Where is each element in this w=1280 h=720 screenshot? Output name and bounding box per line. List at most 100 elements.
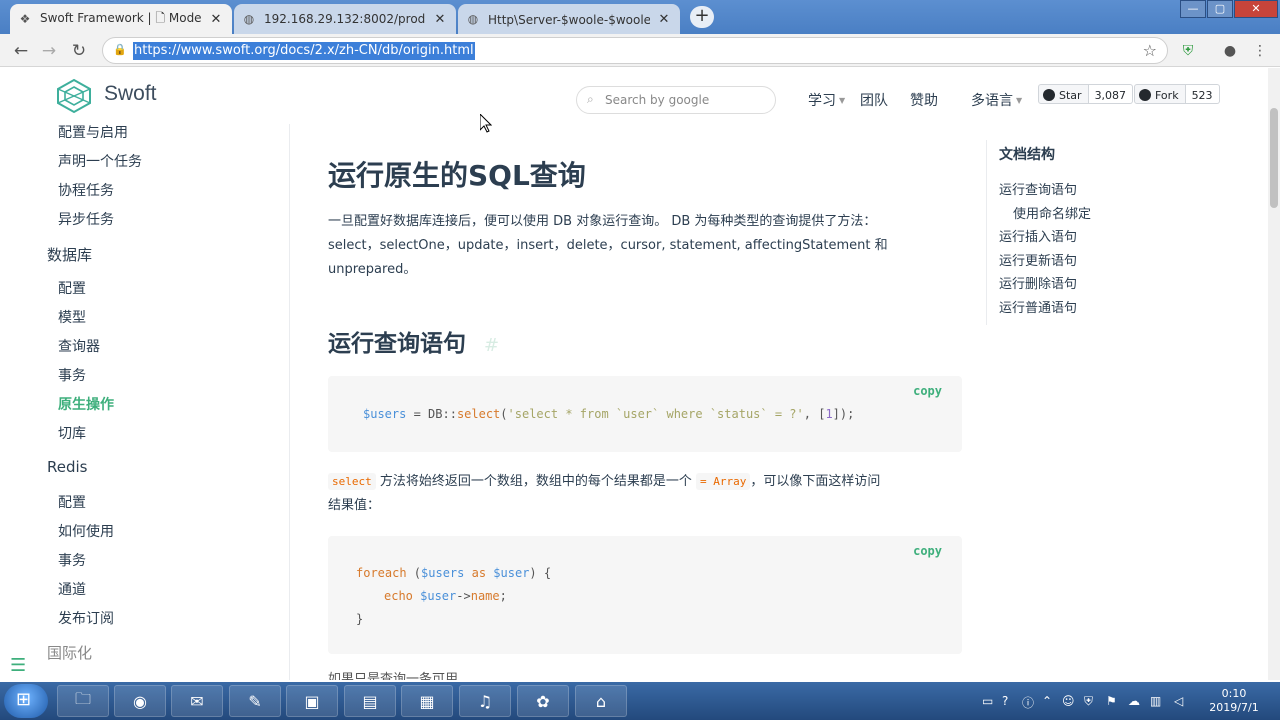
doc-content: 运行原生的SQL查询 一旦配置好数据库连接后，便可以使用 DB 对象运行查询。 … bbox=[328, 124, 968, 680]
network-icon[interactable]: ▥ bbox=[1150, 694, 1161, 708]
sidebar-item[interactable]: 通道 bbox=[58, 579, 86, 599]
wechat-icon[interactable]: ✉ bbox=[171, 685, 223, 717]
typing-app-icon[interactable]: ✎ bbox=[229, 685, 281, 717]
nav-learn[interactable]: 学习 ▼ bbox=[808, 90, 845, 110]
sidebar-item-active[interactable]: 原生操作 bbox=[58, 394, 114, 414]
hamburger-menu-icon[interactable]: ☰ bbox=[10, 655, 26, 676]
flag-icon[interactable]: ⚑ bbox=[1106, 694, 1117, 708]
windows-taskbar: 🗀 ◉ ✉ ✎ ▣ ▤ ▦ ♫ ✿ ⌂ ▭ ? ⓘ ⌃ ☺ ⛨ ⚑ ☁ ▥ ◁ … bbox=[0, 682, 1280, 720]
close-window-button[interactable]: ✕ bbox=[1234, 0, 1278, 18]
toc-item-sub[interactable]: 使用命名绑定 bbox=[1013, 203, 1091, 222]
sidebar-group-database[interactable]: 数据库 bbox=[47, 244, 92, 265]
star-label: Star bbox=[1059, 88, 1082, 102]
nav-label: 多语言 bbox=[971, 93, 1013, 109]
toc-item[interactable]: 运行查询语句 bbox=[999, 179, 1077, 198]
code-block-foreach: copy foreach ($users as $user) { echo $u… bbox=[328, 536, 962, 654]
sidebar-item[interactable]: 配置 bbox=[58, 278, 86, 298]
sidebar-group-redis[interactable]: Redis bbox=[47, 458, 87, 476]
back-arrow-icon[interactable]: ← bbox=[10, 40, 32, 62]
ime-icon[interactable]: ⓘ bbox=[1022, 694, 1034, 711]
leaf-app-icon[interactable]: ✿ bbox=[517, 685, 569, 717]
start-button[interactable] bbox=[4, 684, 48, 718]
chrome-icon[interactable]: ◉ bbox=[114, 685, 166, 717]
code-token: -> bbox=[456, 589, 471, 603]
sidebar-item[interactable]: 事务 bbox=[58, 550, 86, 570]
tab-close-icon[interactable]: ✕ bbox=[432, 12, 448, 27]
paragraph-text: 方法将始终返回一个数组，数组中的每个结果都是一个 bbox=[375, 474, 697, 489]
help-icon[interactable]: ? bbox=[1002, 694, 1008, 708]
section-title: 运行查询语句 # bbox=[328, 324, 499, 358]
sidebar-item[interactable]: 异步任务 bbox=[58, 209, 114, 229]
sidebar-item[interactable]: 切库 bbox=[58, 423, 86, 443]
app-icon[interactable]: ▣ bbox=[286, 685, 338, 717]
address-url[interactable]: https://www.swoft.org/docs/2.x/zh-CN/db/… bbox=[133, 42, 475, 60]
qq-icon[interactable]: ☺ bbox=[1062, 694, 1075, 708]
browser-tab-swoft[interactable]: ❖ Swoft Framework | 🗋 Modern ✕ bbox=[10, 4, 232, 34]
search-icon: ⌕ bbox=[587, 92, 594, 106]
keyboard-icon[interactable]: ▭ bbox=[982, 694, 993, 708]
nav-sponsor[interactable]: 赞助 bbox=[910, 90, 938, 110]
lock-icon: 🔒 bbox=[113, 43, 127, 56]
phpstorm-icon[interactable]: ▤ bbox=[344, 685, 396, 717]
clock-date: 2019/7/1 bbox=[1209, 701, 1259, 714]
github-fork-button[interactable]: Fork bbox=[1134, 84, 1186, 104]
toc-item[interactable]: 运行普通语句 bbox=[999, 297, 1077, 316]
cloud-icon[interactable]: ☁ bbox=[1128, 694, 1140, 708]
network-app-icon[interactable]: ⌂ bbox=[575, 685, 627, 717]
page-scrollbar[interactable] bbox=[1268, 68, 1280, 680]
shield-extension-icon[interactable]: ⛨ bbox=[1178, 41, 1198, 61]
copy-button[interactable]: copy bbox=[913, 384, 942, 398]
reload-icon[interactable]: ↻ bbox=[68, 40, 90, 62]
search-input[interactable]: ⌕ Search by google bbox=[576, 86, 776, 114]
toc-item[interactable]: 运行插入语句 bbox=[999, 226, 1077, 245]
powerpoint-icon[interactable]: ▦ bbox=[401, 685, 453, 717]
sidebar-item[interactable]: 发布订阅 bbox=[58, 608, 114, 628]
minimize-button[interactable]: — bbox=[1180, 0, 1206, 18]
copy-button[interactable]: copy bbox=[913, 544, 942, 558]
sidebar-item[interactable]: 协程任务 bbox=[58, 180, 114, 200]
bookmark-star-icon[interactable]: ☆ bbox=[1143, 41, 1157, 60]
github-fork-widget[interactable]: Fork 523 bbox=[1134, 84, 1220, 104]
code-token: ( bbox=[500, 407, 508, 421]
sidebar-group-i18n[interactable]: 国际化 bbox=[47, 642, 92, 663]
code-token: select bbox=[456, 407, 501, 421]
shield-tray-icon[interactable]: ⛨ bbox=[1084, 694, 1093, 709]
bird-app-icon[interactable]: ♫ bbox=[459, 685, 511, 717]
github-star-button[interactable]: Star bbox=[1038, 84, 1089, 104]
nav-team[interactable]: 团队 bbox=[860, 90, 888, 110]
browser-tab-product[interactable]: ◍ 192.168.29.132:8002/product/ ✕ bbox=[234, 4, 456, 34]
code-line: foreach ($users as $user) { bbox=[356, 566, 551, 580]
intro-line: unprepared。 bbox=[328, 262, 417, 277]
header-anchor-link[interactable]: # bbox=[484, 335, 499, 356]
tab-close-icon[interactable]: ✕ bbox=[656, 12, 672, 27]
profile-icon[interactable]: ● bbox=[1220, 41, 1240, 61]
explorer-icon[interactable]: 🗀 bbox=[57, 685, 109, 717]
sidebar-item[interactable]: 查询器 bbox=[58, 336, 100, 356]
sidebar-item[interactable]: 配置与启用 bbox=[58, 124, 128, 142]
sidebar-item[interactable]: 声明一个任务 bbox=[58, 151, 142, 171]
github-star-widget[interactable]: Star 3,087 bbox=[1038, 84, 1134, 104]
new-tab-button[interactable]: + bbox=[690, 6, 714, 28]
maximize-button[interactable]: ▢ bbox=[1207, 0, 1233, 18]
sidebar-item[interactable]: 配置 bbox=[58, 492, 86, 512]
sidebar-item[interactable]: 模型 bbox=[58, 307, 86, 327]
menu-kebab-icon[interactable]: ⋮ bbox=[1250, 41, 1270, 61]
scrollbar-thumb[interactable] bbox=[1270, 108, 1278, 208]
volume-icon[interactable]: ◁ bbox=[1174, 694, 1183, 708]
sidebar-item[interactable]: 事务 bbox=[58, 365, 86, 385]
code-line: echo $user->name; bbox=[384, 589, 507, 603]
nav-language[interactable]: 多语言 ▼ bbox=[971, 90, 1022, 110]
address-bar[interactable]: 🔒 https://www.swoft.org/docs/2.x/zh-CN/d… bbox=[102, 37, 1168, 64]
code-token: $user bbox=[412, 589, 457, 603]
toc-item[interactable]: 运行更新语句 bbox=[999, 250, 1077, 269]
sidebar-item[interactable]: 如何使用 bbox=[58, 521, 114, 541]
tray-expand-icon[interactable]: ⌃ bbox=[1042, 694, 1052, 708]
select-paragraph: select 方法将始终返回一个数组，数组中的每个结果都是一个 = Array，… bbox=[328, 470, 958, 518]
system-clock[interactable]: 0:10 2019/7/1 bbox=[1204, 687, 1264, 715]
swoft-logo-icon[interactable] bbox=[55, 78, 93, 114]
toc-item[interactable]: 运行删除语句 bbox=[999, 273, 1077, 292]
browser-tab-swoole[interactable]: ◍ Http\Server-$woole-$woole文 ✕ bbox=[458, 4, 680, 34]
site-brand[interactable]: Swoft bbox=[104, 82, 157, 106]
tab-close-icon[interactable]: ✕ bbox=[208, 12, 224, 27]
forward-arrow-icon[interactable]: → bbox=[38, 40, 60, 62]
